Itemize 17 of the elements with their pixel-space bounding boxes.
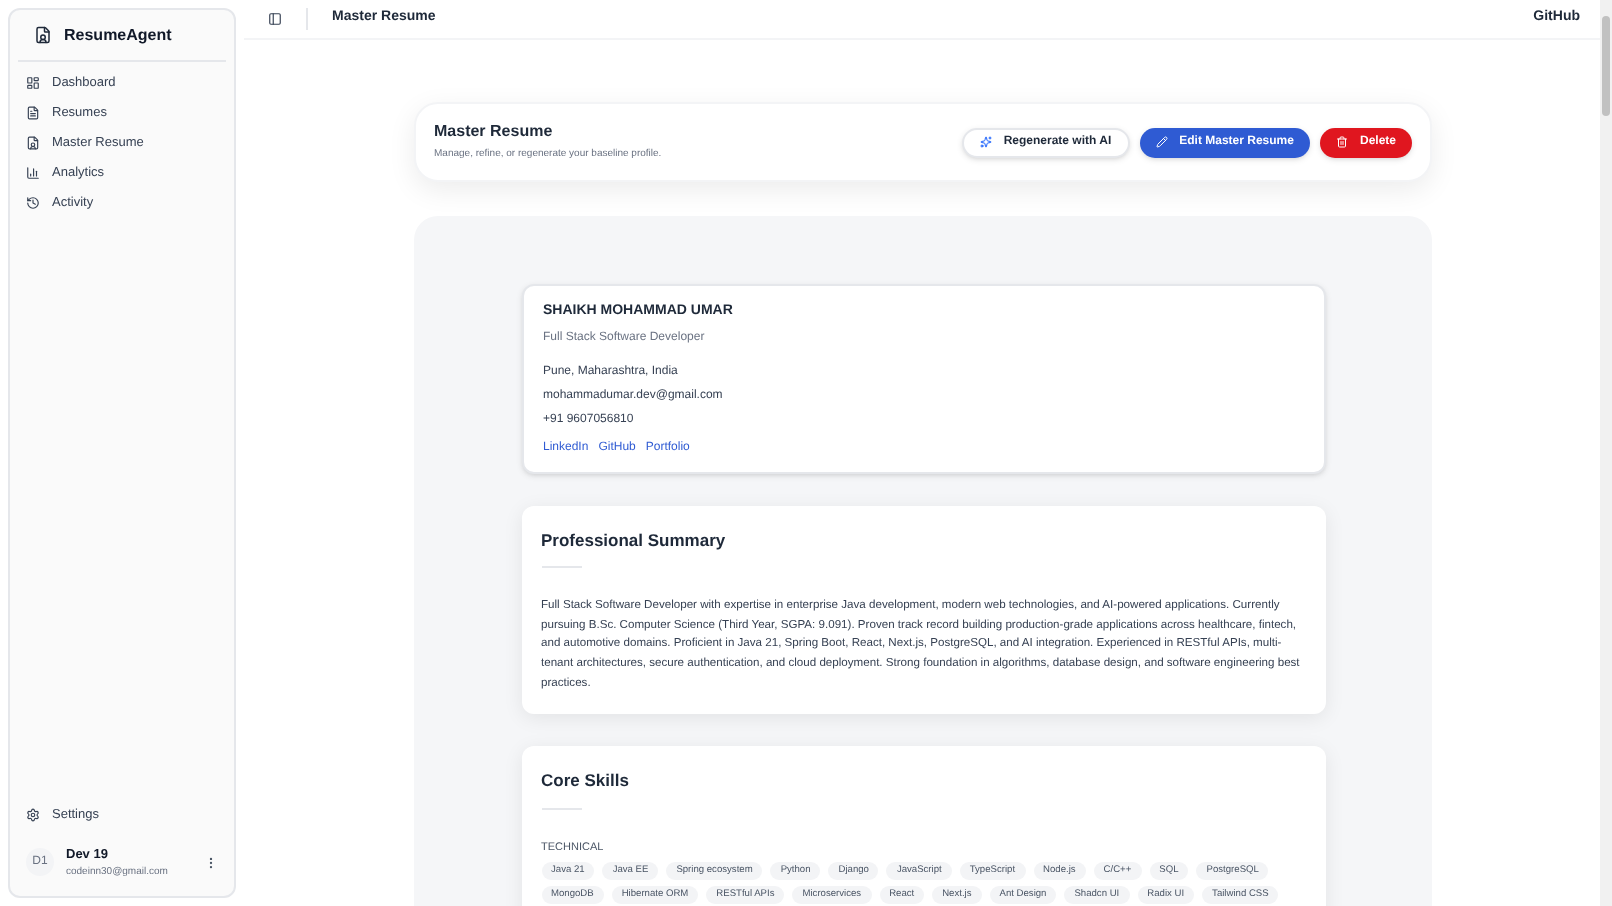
document-icon	[26, 136, 40, 150]
document-icon	[26, 106, 40, 120]
sidebar-toggle-icon[interactable]	[268, 12, 282, 26]
dashboard-icon	[26, 76, 40, 90]
document-icon	[34, 26, 52, 44]
settings-icon	[26, 808, 40, 823]
sparkles-icon	[979, 136, 992, 148]
pencil-icon	[1155, 136, 1168, 148]
brand-name: ResumeAgent	[64, 23, 172, 47]
scrollbar[interactable]	[1600, 0, 1612, 906]
trash-icon	[1335, 136, 1348, 148]
bar-chart-icon	[26, 166, 40, 180]
more-icon[interactable]	[204, 855, 218, 870]
card-title: Master Resume	[434, 120, 555, 145]
section-title: Professional Summary	[541, 527, 728, 553]
clock-icon	[26, 196, 40, 210]
section-title: Core Skills	[541, 768, 631, 794]
